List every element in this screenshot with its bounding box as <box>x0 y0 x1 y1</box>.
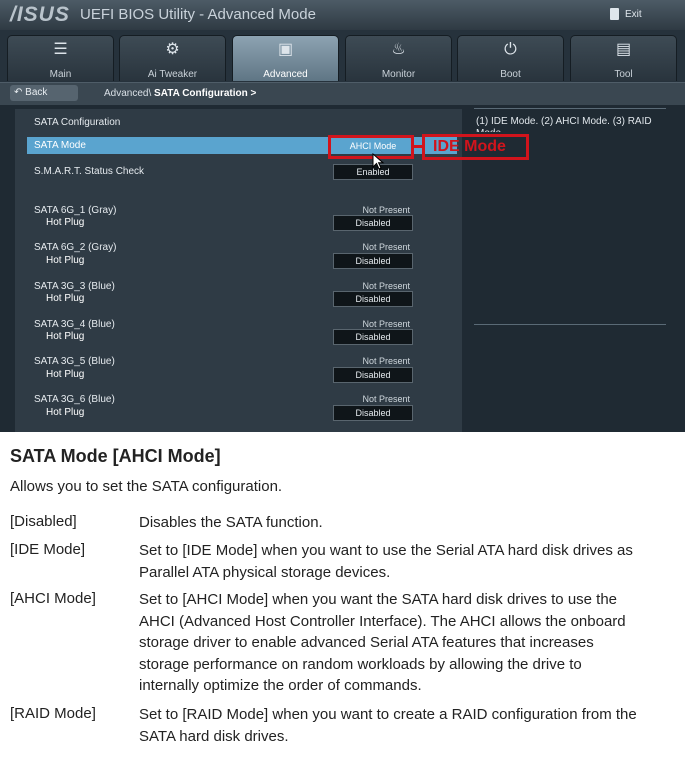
mouse-pointer-icon <box>372 153 385 170</box>
exit-icon <box>610 8 619 20</box>
smart-label: S.M.A.R.T. Status Check <box>34 166 145 177</box>
option-description: Set to [AHCI Mode] when you want the SAT… <box>139 589 685 697</box>
hot-plug-label: Hot Plug <box>46 369 85 380</box>
hot-plug-label: Hot Plug <box>46 407 85 418</box>
power-icon: ⏻ <box>504 41 517 58</box>
tab-monitor[interactable]: ♨ Monitor <box>345 35 452 81</box>
desc-line: SATA hard disk drives. <box>139 727 289 745</box>
breadcrumb-bar: ↶ Back Advanced\ SATA Configuration > <box>0 82 685 105</box>
hot-plug-label: Hot Plug <box>46 331 85 342</box>
desc-line: Parallel ATA physical storage devices. <box>139 563 391 581</box>
exit-label: Exit <box>625 8 642 20</box>
hot-plug-label: Hot Plug <box>46 217 85 228</box>
port-label: SATA 3G_6 (Blue) <box>34 394 115 405</box>
asus-logo: /ISUS <box>10 3 70 26</box>
port-label: SATA 3G_4 (Blue) <box>34 319 115 330</box>
back-arrow-icon: ↶ <box>14 87 23 98</box>
annotation-label: IDE Mode <box>422 134 529 160</box>
tab-label: Main <box>49 69 72 80</box>
port-label: SATA 6G_2 (Gray) <box>34 242 117 253</box>
help-divider <box>474 324 666 325</box>
option-name: [IDE Mode] <box>10 541 86 558</box>
breadcrumb: Advanced\ SATA Configuration > <box>104 88 256 99</box>
hot-plug-value[interactable]: Disabled <box>333 367 413 383</box>
back-button[interactable]: ↶ Back <box>10 85 78 101</box>
option-description: Disables the SATA function. <box>139 512 685 534</box>
help-divider <box>474 108 666 109</box>
tab-label: Tool <box>614 69 633 80</box>
desc-line: storage performance on random workloads … <box>139 655 582 673</box>
tab-label: Monitor <box>381 69 416 80</box>
desc-line: Disables the SATA function. <box>139 514 323 531</box>
hot-plug-value[interactable]: Disabled <box>333 329 413 345</box>
option-description: Set to [RAID Mode] when you want to crea… <box>139 704 685 747</box>
port-status: Not Present <box>362 242 410 252</box>
tool-icon: ▤ <box>615 41 632 58</box>
app-title: UEFI BIOS Utility - Advanced Mode <box>80 6 316 23</box>
port-status: Not Present <box>362 205 410 215</box>
manual-section: SATA Mode [AHCI Mode] Allows you to set … <box>0 432 685 759</box>
option-description: Set to [IDE Mode] when you want to use t… <box>139 540 685 583</box>
tab-label: Advanced <box>263 69 308 80</box>
option-name: [AHCI Mode] <box>10 590 96 607</box>
tab-ai-tweaker[interactable]: ⚙ Ai Tweaker <box>119 35 226 81</box>
port-label: SATA 3G_3 (Blue) <box>34 281 115 292</box>
breadcrumb-current: SATA Configuration > <box>154 88 257 99</box>
desc-line: Set to [IDE Mode] when you want to use t… <box>139 542 633 559</box>
menu-tabs: ☰ Main ⚙ Ai Tweaker ▣ Advanced ♨ Monitor… <box>0 30 685 82</box>
doc-intro: Allows you to set the SATA configuration… <box>10 478 283 495</box>
desc-line: internally optimize the order of command… <box>139 677 422 694</box>
back-label: Back <box>25 87 48 98</box>
port-status: Not Present <box>362 356 410 366</box>
port-status: Not Present <box>362 394 410 404</box>
tab-tool[interactable]: ▤ Tool <box>570 35 677 81</box>
tweaker-icon: ⚙ <box>165 41 180 58</box>
section-title: SATA Configuration <box>34 117 121 128</box>
option-name: [Disabled] <box>10 513 77 530</box>
advanced-icon: ▣ <box>277 41 294 58</box>
breadcrumb-path: Advanced\ <box>104 88 152 99</box>
bios-window: /ISUS UEFI BIOS Utility - Advanced Mode … <box>0 0 685 432</box>
desc-line: Set to [RAID Mode] when you want to crea… <box>139 706 637 723</box>
tab-main[interactable]: ☰ Main <box>7 35 114 81</box>
highlight-connector <box>414 145 422 148</box>
list-icon: ☰ <box>53 41 68 58</box>
doc-title: SATA Mode [AHCI Mode] <box>10 446 221 466</box>
port-status: Not Present <box>362 281 410 291</box>
hot-plug-value[interactable]: Disabled <box>333 253 413 269</box>
title-bar: /ISUS UEFI BIOS Utility - Advanced Mode … <box>0 0 685 31</box>
sata-mode-label: SATA Mode <box>34 140 86 151</box>
desc-line: storage driver to enable advanced Serial… <box>139 634 594 651</box>
option-name: [RAID Mode] <box>10 705 96 722</box>
hot-plug-value[interactable]: Disabled <box>333 291 413 307</box>
monitor-icon: ♨ <box>391 41 406 58</box>
exit-button[interactable]: Exit <box>598 3 678 25</box>
tab-boot[interactable]: ⏻ Boot <box>457 35 564 81</box>
help-text: (1) IDE Mode. (2) AHCI Mode. (3) RAID Mo… <box>476 116 652 132</box>
tab-advanced[interactable]: ▣ Advanced <box>232 35 339 81</box>
hot-plug-label: Hot Plug <box>46 255 85 266</box>
port-status: Not Present <box>362 319 410 329</box>
hot-plug-value[interactable]: Disabled <box>333 405 413 421</box>
desc-line: AHCI (Advanced Host Controller Interface… <box>139 612 626 630</box>
highlight-box <box>328 135 414 159</box>
tab-label: Boot <box>500 69 521 80</box>
desc-line: Set to [AHCI Mode] when you want the SAT… <box>139 591 618 608</box>
hot-plug-label: Hot Plug <box>46 293 85 304</box>
port-label: SATA 6G_1 (Gray) <box>34 205 117 216</box>
port-label: SATA 3G_5 (Blue) <box>34 356 115 367</box>
hot-plug-value[interactable]: Disabled <box>333 215 413 231</box>
tab-label: Ai Tweaker <box>147 69 198 80</box>
